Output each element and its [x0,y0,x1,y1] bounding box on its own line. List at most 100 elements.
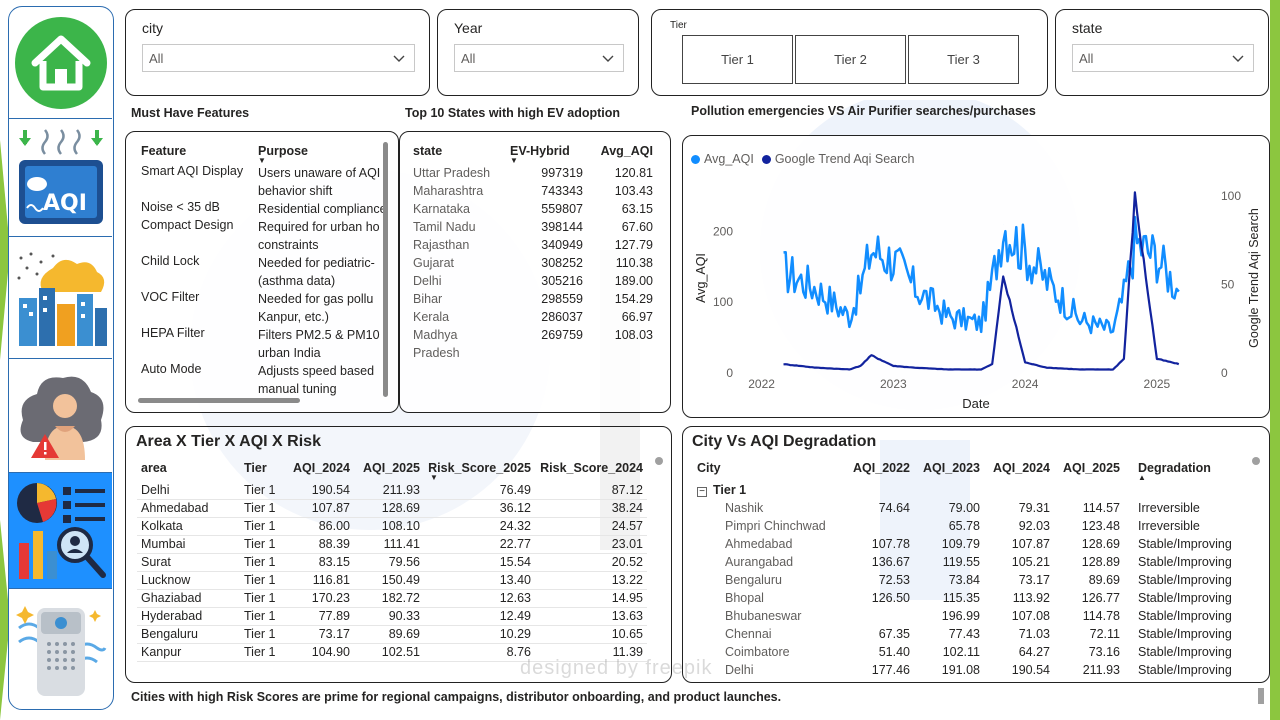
group-row-tier-1[interactable]: − Tier 1 [693,481,1241,499]
table-row[interactable]: Bhopal 126.50 115.35 113.92 126.77 Stable/Imp… [693,589,1241,607]
table-row[interactable]: Aurangabad 136.67 119.55 105.21 128.89 Stable… [693,553,1241,571]
table-row[interactable]: Auto Mode Adjusts speed based manual tunin… [137,362,397,398]
column-header-aqi-2023[interactable]: AQI_2023 [914,457,984,481]
aqi-2024-cell: 170.23 [284,589,354,608]
table-row[interactable]: Mumbai Tier 1 88.39 111.41 22.77 23.01 [137,535,647,554]
series-line-avg-aqi[interactable] [783,215,1180,335]
table-row[interactable]: Bengaluru 72.53 73.84 73.17 89.69 Stable/Impr… [693,571,1241,589]
table-row[interactable]: Nashik 74.64 79.00 79.31 114.57 Irreversible [693,499,1241,517]
table-row[interactable]: Kolkata Tier 1 86.00 108.10 24.32 24.57 [137,517,647,536]
column-header-risk-2024[interactable]: Risk_Score_2024 [535,457,647,481]
tier-3-button[interactable]: Tier 3 [908,35,1019,84]
aqi-2024-cell: 104.90 [284,643,354,662]
table-row[interactable]: Tamil Nadu 398144 67.60 [409,218,657,236]
table-row[interactable]: Hyderabad Tier 1 77.89 90.33 12.49 13.63 [137,607,647,626]
nav-home[interactable] [9,7,112,119]
city-cell: Coimbatore [725,645,790,659]
table-row[interactable]: Ahmedabad Tier 1 107.87 128.69 36.12 38.24 [137,499,647,518]
risk-2024-cell: 14.95 [535,589,647,608]
state-dropdown[interactable]: All [1072,44,1254,72]
nav-polluted-city[interactable] [9,237,112,359]
column-header-aqi-2025[interactable]: AQI_2025 [1054,457,1124,481]
column-header-tier[interactable]: Tier [240,457,284,481]
table-row[interactable]: Compact Design Required for urban ho const… [137,218,397,254]
column-header-risk-2025[interactable]: Risk_Score_2025 ▼ [424,457,535,482]
table-row[interactable]: Chennai 67.35 77.43 71.03 72.11 Stable/Improv… [693,625,1241,643]
aqi-2025-cell: 90.33 [354,607,424,626]
table-row[interactable]: Kerala 286037 66.97 [409,308,657,326]
chart-plot: 0 100 200 0 50 100 2022 2023 2024 2025 Date Avg_AQI… [694,189,1261,411]
table-row[interactable]: Ghaziabad Tier 1 170.23 182.72 12.63 14.95 [137,589,647,608]
more-options-icon[interactable] [1252,457,1260,465]
year-dropdown-value: All [461,50,476,66]
column-header-degradation[interactable]: Degradation ▲ [1124,457,1241,482]
aqi-2024-cell: 190.54 [284,481,354,500]
y-right-tick-label: 0 [1221,366,1228,380]
chevron-down-icon [1232,55,1244,62]
aqi-2022-cell: 67.35 [878,627,910,641]
series-line-google-trend[interactable] [783,191,1180,371]
table-row[interactable]: Smart AQI Display Users unaware of AQI beh… [137,164,397,200]
table-row[interactable]: Madhya 269759 108.03 [409,326,657,344]
table-row[interactable]: Lucknow Tier 1 116.81 150.49 13.40 13.22 [137,571,647,590]
city-dropdown[interactable]: All [142,44,415,72]
horizontal-scrollbar[interactable] [138,398,300,403]
table-row[interactable]: Ahmedabad 107.78 109.79 107.87 128.69 Stable/… [693,535,1241,553]
nav-air-purifier[interactable] [9,589,112,709]
risk-2025-cell: 24.32 [424,517,535,536]
column-header-aqi-2024[interactable]: AQI_2024 [284,457,354,481]
table-row[interactable]: Coimbatore 51.40 102.11 64.27 73.16 Stable/Im… [693,643,1241,661]
table-row[interactable]: Bengaluru Tier 1 73.17 89.69 10.29 10.65 [137,625,647,644]
more-options-icon[interactable] [655,457,663,465]
table-row[interactable]: Delhi 177.46 191.08 190.54 211.93 Stable/Impr… [693,661,1241,679]
feature-cell: Noise < 35 dB [137,200,254,218]
vertical-scrollbar[interactable] [383,142,388,397]
scroll-indicator[interactable] [1258,688,1264,704]
table-row[interactable]: Bihar 298559 154.29 [409,290,657,308]
state-cell: Uttar Pradesh [413,166,491,180]
table-row[interactable]: Pradesh [409,344,657,362]
x-tick-label: 2023 [880,377,907,391]
nav-health-risk[interactable] [9,359,112,473]
table-row[interactable]: Maharashtra 743343 103.43 [409,182,657,200]
purpose-cell: Needed for pediatric- (asthma data) [254,254,397,290]
column-header-avg-aqi[interactable]: Avg_AQI [593,140,657,164]
column-header-feature[interactable]: Feature [137,140,254,164]
column-header-aqi-2022[interactable]: AQI_2022 [844,457,914,481]
column-header-aqi-2024[interactable]: AQI_2024 [984,457,1054,481]
column-header-area[interactable]: area [137,457,240,481]
table-row[interactable]: Child Lock Needed for pediatric- (asthma d… [137,254,397,290]
tier-2-button[interactable]: Tier 2 [795,35,906,84]
ev-hybrid-cell [506,344,593,362]
table-row[interactable]: VOC Filter Needed for gas pollu Kanpur, et… [137,290,397,326]
y-left-tick-label: 100 [713,295,733,309]
table-row[interactable]: HEPA Filter Filters PM2.5 & PM10 urban Ind… [137,326,397,362]
column-header-state[interactable]: state [409,140,506,164]
purpose-text: Required for urban ho [258,220,380,234]
column-header-aqi-2025[interactable]: AQI_2025 [354,457,424,481]
table-row[interactable]: Surat Tier 1 83.15 79.56 15.54 20.52 [137,553,647,572]
column-header-purpose[interactable]: Purpose ▼ [254,140,397,165]
ev-hybrid-cell: 997319 [541,166,583,180]
aqi-2024-cell: 71.03 [1018,627,1050,641]
table-row[interactable]: Karnataka 559807 63.15 [409,200,657,218]
analytics-report-icon [16,482,106,579]
column-header-city[interactable]: City [693,457,844,481]
table-row[interactable]: Delhi 305216 189.00 [409,272,657,290]
table-row[interactable]: Pimpri Chinchwad 65.78 92.03 123.48 Irrevers… [693,517,1241,535]
nav-aqi-monitor[interactable]: AQI [9,119,112,237]
nav-analytics-report[interactable] [9,473,112,589]
collapse-icon[interactable]: − [697,487,707,497]
column-header-ev-hybrid[interactable]: EV-Hybrid ▼ [506,140,593,165]
table-row[interactable]: Rajasthan 340949 127.79 [409,236,657,254]
ev-hybrid-cell: 340949 [541,238,583,252]
city-cell: Bengaluru [725,573,782,587]
year-dropdown[interactable]: All [454,44,624,72]
table-row[interactable]: Gujarat 308252 110.38 [409,254,657,272]
table-row[interactable]: Uttar Pradesh 997319 120.81 [409,164,657,182]
tier-1-button[interactable]: Tier 1 [682,35,793,84]
table-row[interactable]: Bhubaneswar 196.99 107.08 114.78 Stable/Impr… [693,607,1241,625]
table-row[interactable]: Delhi Tier 1 190.54 211.93 76.49 87.12 [137,481,647,500]
table-row[interactable]: Noise < 35 dB Residential compliance [137,200,397,218]
aqi-2025-cell: 111.41 [354,535,424,554]
